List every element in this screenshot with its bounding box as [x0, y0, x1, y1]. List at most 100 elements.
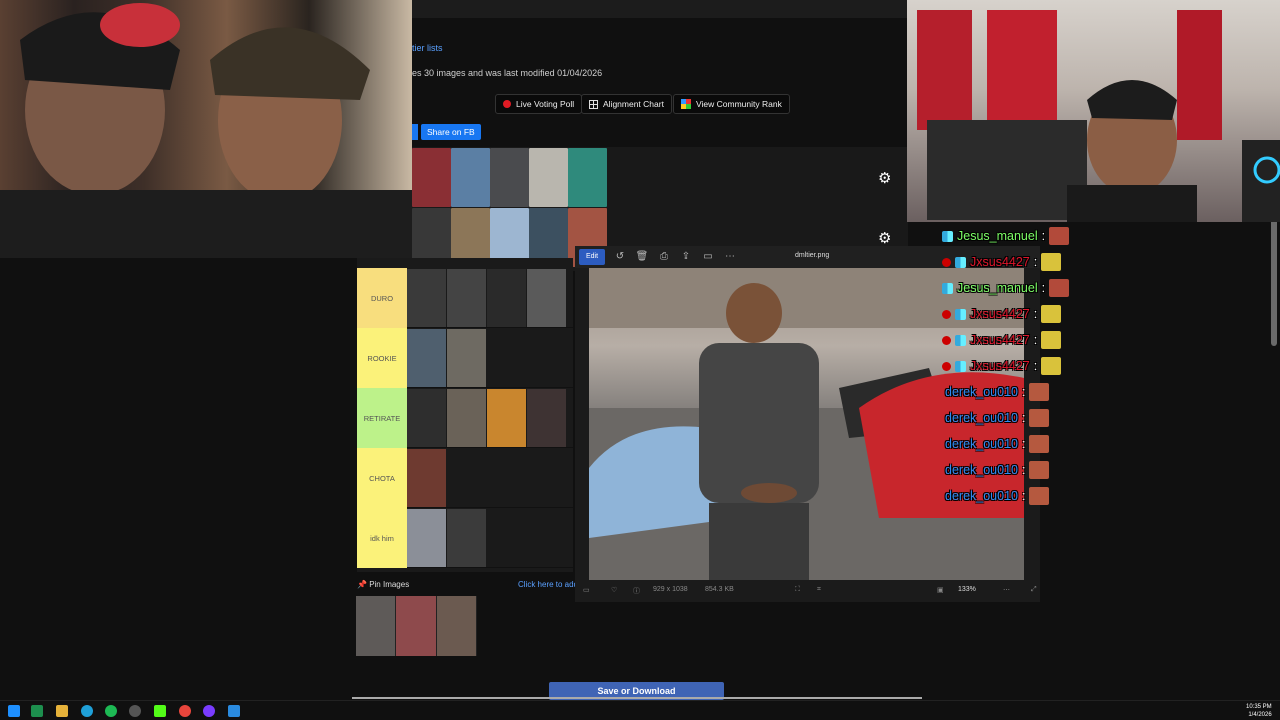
- chat-username: derek_ou010: [945, 489, 1018, 503]
- browser-icon[interactable]: [203, 705, 215, 717]
- app-icon[interactable]: [31, 705, 43, 717]
- rotate-icon[interactable]: ↺: [613, 250, 627, 264]
- community-rank-button[interactable]: View Community Rank: [673, 94, 790, 114]
- edit-button[interactable]: Edit: [579, 249, 605, 265]
- more-icon[interactable]: ⋯: [723, 250, 737, 264]
- tier-label[interactable]: ROOKIE: [357, 328, 407, 388]
- share-fb-button[interactable]: Share on FB: [421, 124, 481, 140]
- tier-label[interactable]: idk him: [357, 508, 407, 568]
- tier-label[interactable]: CHOTA: [357, 448, 407, 508]
- tier-label[interactable]: RETIRATE: [357, 388, 407, 448]
- pinned-images: [356, 596, 477, 656]
- alignment-label: Alignment Chart: [603, 99, 664, 109]
- pool-image[interactable]: [490, 148, 529, 207]
- tier-image[interactable]: [407, 269, 446, 327]
- windows-taskbar: 10:35 PM 1/4/2026: [0, 700, 1280, 720]
- chat-username: Jxsus4427: [970, 333, 1030, 347]
- tier-image[interactable]: [487, 269, 526, 327]
- webcam-right-image: [917, 10, 1280, 222]
- horizontal-scrollbar[interactable]: [352, 697, 922, 699]
- delete-icon[interactable]: 🗑: [635, 250, 649, 264]
- live-badge-icon: [942, 361, 951, 371]
- filmstrip-icon[interactable]: ▭: [583, 586, 590, 594]
- live-voting-label: Live Voting Poll: [516, 99, 575, 109]
- tier-image[interactable]: [487, 389, 526, 447]
- tier-row: ROOKIE: [357, 328, 573, 388]
- tier-image[interactable]: [447, 509, 486, 567]
- kick-icon[interactable]: [154, 705, 166, 717]
- system-clock[interactable]: 10:35 PM 1/4/2026: [1246, 703, 1272, 719]
- tier-row: DURO: [357, 268, 573, 328]
- zoom-level[interactable]: 133%: [958, 586, 976, 593]
- tier-image[interactable]: [447, 329, 486, 387]
- tier-image[interactable]: [407, 449, 446, 507]
- tier-image[interactable]: [407, 509, 446, 567]
- chat-message: Jxsus4427:: [942, 330, 1062, 350]
- tier-image[interactable]: [407, 329, 446, 387]
- webcam-right: [907, 0, 1280, 222]
- vertical-scrollbar[interactable]: [1271, 218, 1277, 346]
- chat-emote: [1041, 331, 1062, 349]
- tier-label[interactable]: DURO: [357, 268, 407, 328]
- tier-image[interactable]: [447, 269, 486, 327]
- pool-image[interactable]: [412, 148, 451, 207]
- tier-image[interactable]: [407, 389, 446, 447]
- obs-icon[interactable]: [129, 705, 141, 717]
- chat-username: Jxsus4427: [970, 307, 1030, 321]
- community-label: View Community Rank: [696, 99, 782, 109]
- chat-badge-icon: [955, 360, 966, 372]
- slideshow-icon[interactable]: ▭: [701, 250, 715, 264]
- fullscreen-icon[interactable]: ⤢: [1031, 586, 1037, 594]
- share-icon[interactable]: ⇪: [679, 250, 693, 264]
- fit-icon[interactable]: ⛶: [795, 586, 800, 594]
- info-icon[interactable]: ⓘ: [633, 586, 640, 596]
- pin-images-text: Pin Images: [369, 580, 410, 589]
- live-badge-icon: [942, 335, 951, 345]
- tier-image[interactable]: [527, 269, 566, 327]
- chat-message: Jxsus4427:: [942, 304, 1062, 324]
- more-options-icon[interactable]: ⋯: [1003, 586, 1010, 594]
- alignment-chart-button[interactable]: Alignment Chart: [581, 94, 672, 114]
- facebook-icon[interactable]: [412, 124, 418, 140]
- chat-username: derek_ou010: [945, 411, 1018, 425]
- image-filesize: 854.3 KB: [705, 586, 734, 593]
- live-voting-poll-button[interactable]: Live Voting Poll: [495, 94, 583, 114]
- viewer-filename: dmltier.png: [795, 252, 830, 259]
- gear-icon[interactable]: ⚙: [878, 169, 891, 187]
- tier-lists-link[interactable]: tier lists: [412, 43, 443, 53]
- pool-image[interactable]: [529, 148, 568, 207]
- favorite-icon[interactable]: ♡: [611, 586, 617, 594]
- chrome-icon[interactable]: [179, 705, 191, 717]
- chat-emote: [1041, 357, 1062, 375]
- click-here-to-add-link[interactable]: Click here to add: [518, 580, 578, 589]
- chat-message: derek_ou010:: [945, 460, 1050, 480]
- chat-emote: [1029, 461, 1050, 479]
- pin-images-label[interactable]: 📌 Pin Images: [357, 580, 409, 589]
- tier-image[interactable]: [447, 389, 486, 447]
- chat-message: Jxsus4427:: [942, 252, 1062, 272]
- webcam-left: [0, 0, 412, 258]
- spotify-icon[interactable]: [105, 705, 117, 717]
- webcam-left-image: [0, 3, 412, 258]
- rank-colors-icon: [681, 99, 691, 109]
- tier-image[interactable]: [527, 389, 566, 447]
- tier-row: idk him: [357, 508, 573, 568]
- pinned-image[interactable]: [356, 596, 397, 656]
- file-explorer-icon[interactable]: [56, 705, 68, 717]
- start-icon[interactable]: [8, 705, 20, 717]
- actual-size-icon[interactable]: ▣: [937, 586, 944, 594]
- pool-image[interactable]: [451, 148, 490, 207]
- print-icon[interactable]: ⎙: [657, 250, 671, 264]
- pinned-image[interactable]: [436, 596, 477, 656]
- image-dimensions: 929 x 1038: [653, 586, 688, 593]
- photos-icon[interactable]: [228, 705, 240, 717]
- chat-message: derek_ou010:: [945, 408, 1050, 428]
- pinned-image[interactable]: [396, 596, 437, 656]
- viewer-statusbar: ▭ ♡ ⓘ 929 x 1038 854.3 KB ⛶ ⌗ ▣ 133% ⋯ ⤢: [575, 582, 1040, 602]
- gear-icon[interactable]: ⚙: [878, 229, 891, 247]
- chat-emote: [1029, 487, 1050, 505]
- edge-icon[interactable]: [81, 705, 93, 717]
- chat-username: derek_ou010: [945, 385, 1018, 399]
- crop-icon[interactable]: ⌗: [817, 586, 821, 594]
- pool-image[interactable]: [568, 148, 607, 207]
